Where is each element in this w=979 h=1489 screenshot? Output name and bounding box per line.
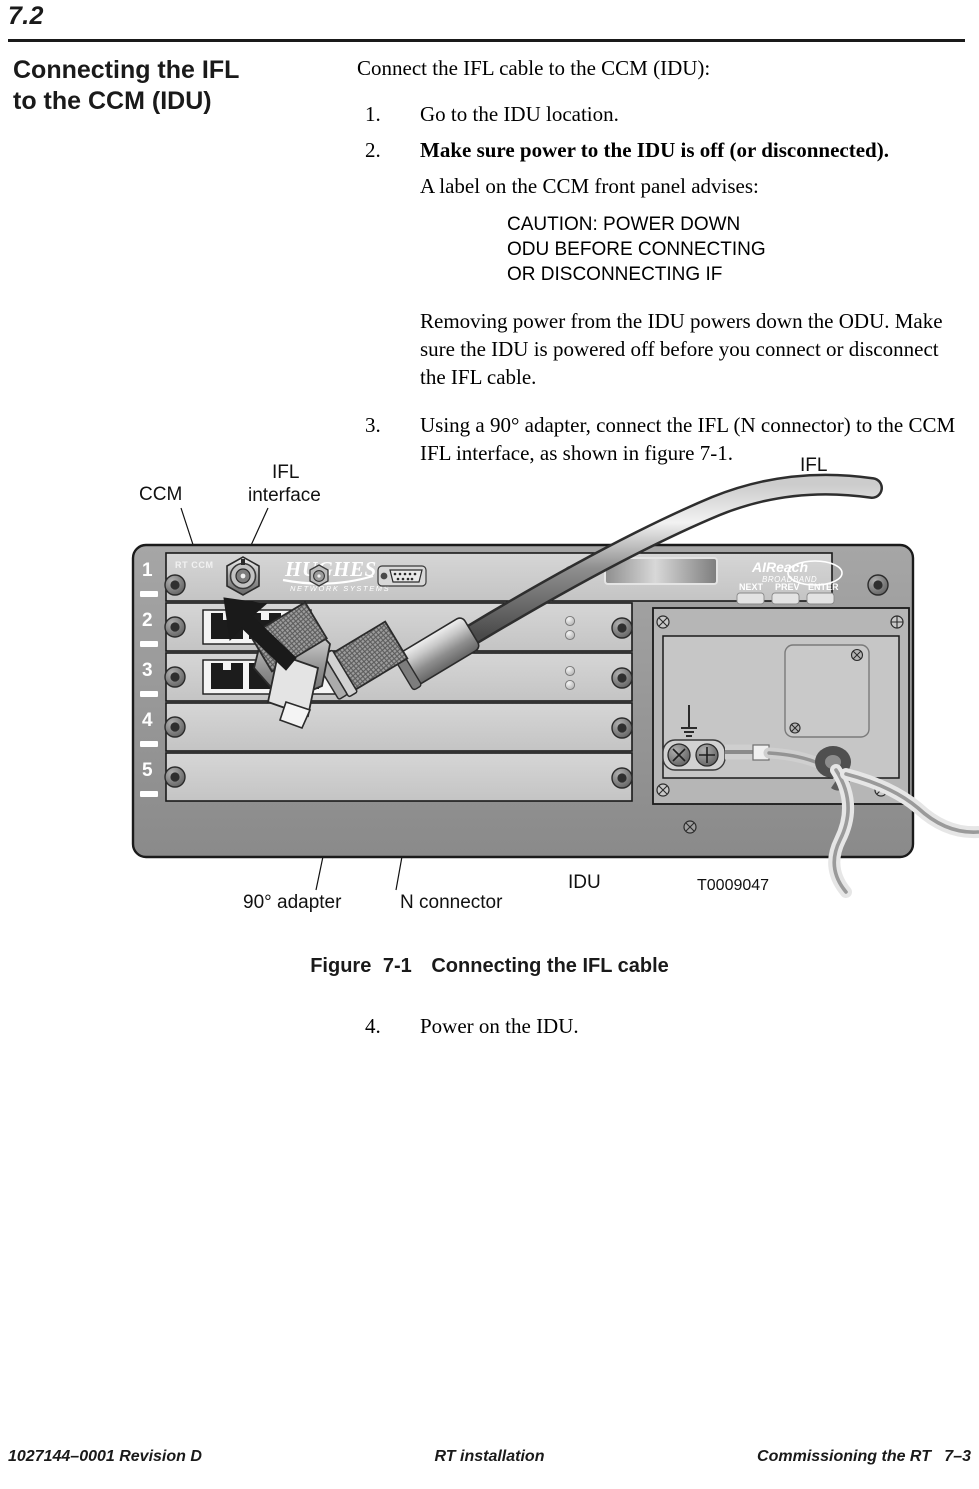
ifl-interface-connector (226, 556, 260, 596)
brand-hughes: HUGHES NETWORK SYSTEMS (282, 557, 390, 593)
led-slot-2-a (564, 615, 576, 627)
button-label-prev: PREV (775, 582, 800, 592)
caution-line-1: CAUTION: POWER DOWN (507, 214, 741, 235)
caution-label: CAUTION: POWER DOWN ODU BEFORE CONNECTIN… (357, 212, 957, 287)
captive-screw-slot-1-right (867, 574, 889, 596)
body-column-after-figure: 4. Power on the IDU. (357, 1012, 957, 1048)
page-title-line-1: Connecting the IFL (13, 56, 240, 84)
caution-line-2: ODU BEFORE CONNECTING (507, 239, 766, 260)
button-label-next: NEXT (739, 582, 764, 592)
led-slot-3-b (564, 679, 576, 691)
power-warning-paragraph: Removing power from the IDU powers down … (420, 309, 943, 389)
page-title-line-2: to the CCM (IDU) (13, 87, 212, 115)
step-text-1: Go to the IDU location. (420, 102, 619, 126)
figure-illustration: CCM IFL interface IFL 90° adapter N conn… (0, 440, 979, 1000)
captive-screw-slot-1 (164, 574, 186, 596)
figure-caption-title: Connecting the IFL cable (431, 955, 669, 977)
caution-line-3: OR DISCONNECTING IF (507, 264, 723, 285)
intro-paragraph: Connect the IFL cable to the CCM (IDU): (357, 56, 711, 80)
chassis-bottom-fastener (683, 820, 697, 834)
figure-caption: Figure 7-1 Connecting the IFL cable (0, 955, 979, 978)
header-rule (8, 39, 965, 42)
button-next (736, 592, 765, 605)
svg-text:2: 2 (142, 610, 153, 631)
label-advisory-intro: A label on the CCM front panel advises: (420, 174, 759, 198)
button-prev (771, 592, 800, 605)
svg-text:HUGHES: HUGHES (284, 557, 377, 581)
drawing-number: T0009047 (697, 877, 769, 894)
sma-connector (309, 564, 329, 587)
body-column: Connect the IFL cable to the CCM (IDU): … (357, 55, 957, 475)
step-number-2: 2. (365, 138, 381, 162)
button-enter (806, 592, 835, 605)
callout-ifl-interface-line2: interface (248, 485, 321, 506)
step-number-3: 3. (365, 413, 381, 437)
card-slot-5 (164, 752, 633, 802)
callout-ifl-cable-label: IFL (800, 455, 827, 476)
ground-terminal-block (662, 739, 726, 771)
idu-chassis: 1 2 3 4 5 RT CCM HUGHES NETWORK SYSTEMS (131, 543, 915, 859)
db9-serial-port (377, 565, 427, 587)
footer-chapter-page: Commissioning the RT 7–3 (757, 1448, 971, 1465)
callout-idu-label: IDU (568, 872, 601, 893)
page-title: Connecting the IFL to the CCM (IDU) (13, 55, 333, 117)
step-item-2: 2. Make sure power to the IDU is off (or… (357, 136, 957, 164)
figure-caption-number: 7-1 (382, 955, 412, 977)
svg-text:AIReach: AIReach (751, 559, 808, 575)
step-number-1: 1. (365, 102, 381, 126)
section-number: 7.2 (8, 2, 44, 30)
callout-ifl-interface-line1: IFL (272, 462, 299, 483)
step-text-4: Power on the IDU. (420, 1014, 579, 1038)
led-slot-3-a (564, 665, 576, 677)
button-label-enter: ENTER (808, 582, 839, 592)
card-label-rt-ccm: RT CCM (175, 560, 214, 570)
callout-ccm-label: CCM (139, 484, 182, 505)
step-item-4: 4. Power on the IDU. (357, 1012, 957, 1040)
callout-n-connector-label: N connector (400, 892, 503, 913)
power-ground-compartment (652, 607, 910, 805)
led-slot-2-b (564, 629, 576, 641)
step-text-2: Make sure power to the IDU is off (or di… (420, 138, 889, 162)
svg-text:5: 5 (142, 760, 153, 781)
figure-caption-label: Figure (310, 955, 372, 977)
card-slot-4 (164, 702, 633, 752)
svg-text:3: 3 (142, 660, 153, 681)
front-panel-buttons: NEXT PREV ENTER (736, 582, 839, 605)
step-number-4: 4. (365, 1014, 381, 1038)
svg-text:1: 1 (142, 560, 153, 581)
step-item-1: 1. Go to the IDU location. (357, 100, 957, 128)
svg-text:4: 4 (142, 710, 153, 731)
callout-adapter-label: 90° adapter (243, 892, 342, 913)
svg-text:NETWORK SYSTEMS: NETWORK SYSTEMS (290, 584, 390, 593)
